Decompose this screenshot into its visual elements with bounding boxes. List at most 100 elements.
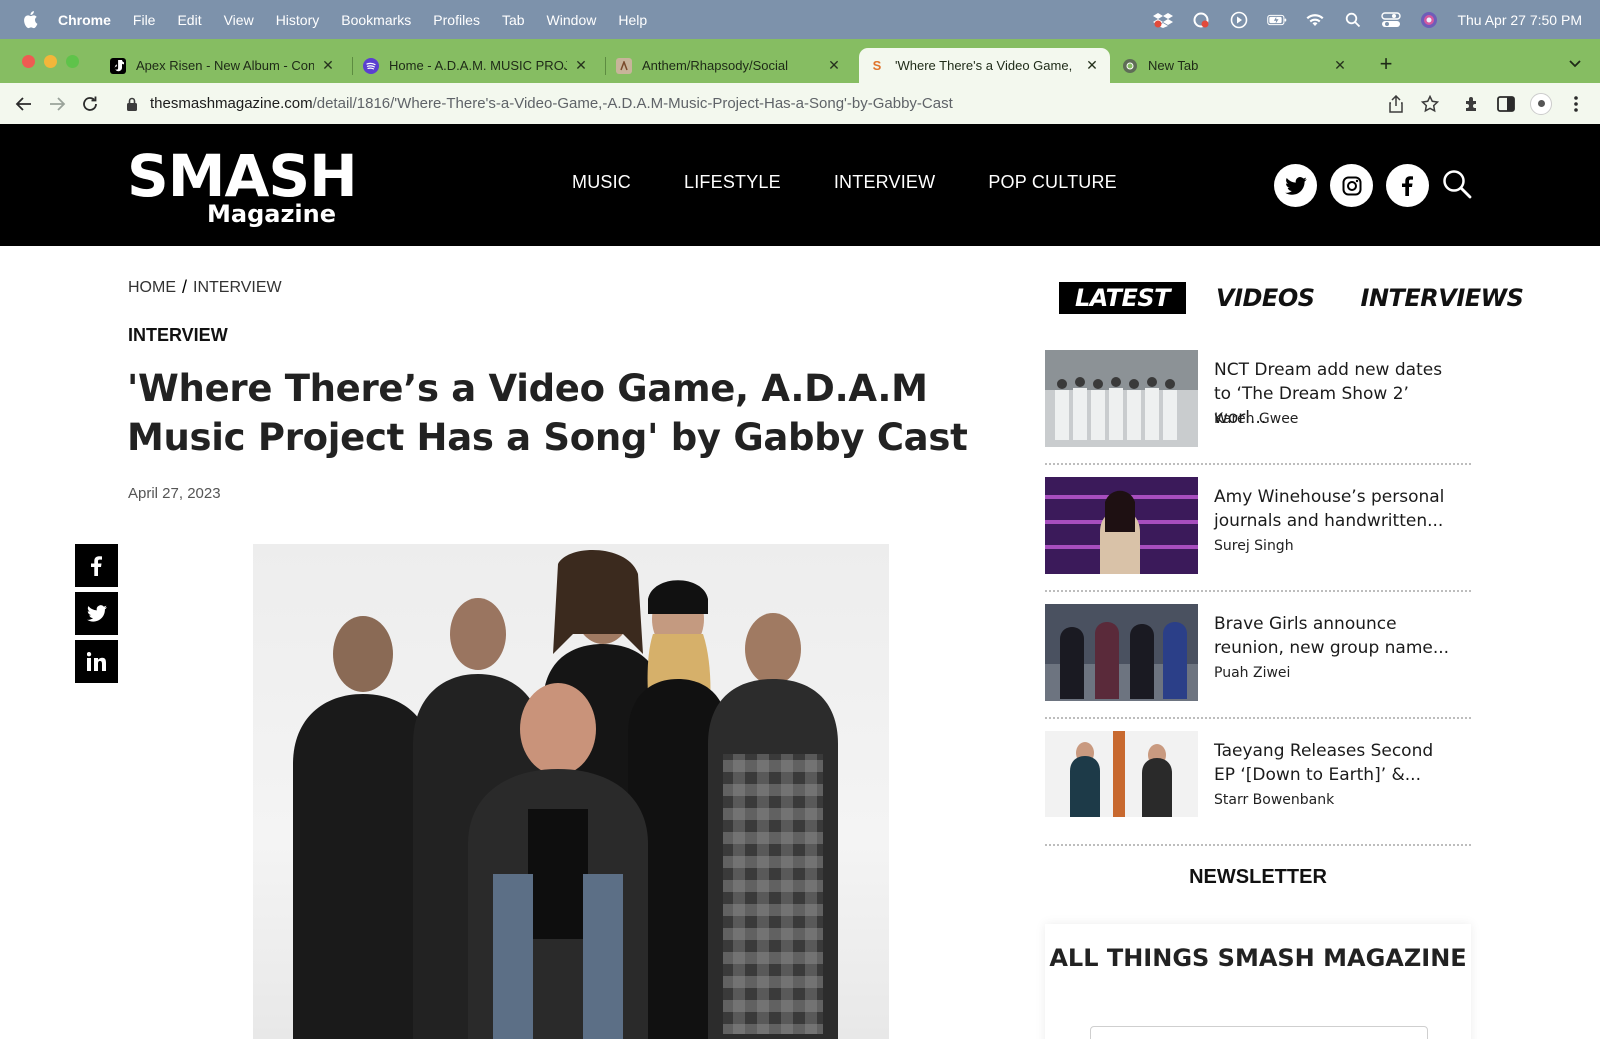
band-photo-illustration bbox=[293, 550, 838, 1039]
list-item[interactable]: NCT Dream add new dates to ‘The Dream Sh… bbox=[1045, 350, 1471, 465]
wifi-icon[interactable] bbox=[1305, 11, 1325, 29]
menu-chrome[interactable]: Chrome bbox=[58, 12, 111, 28]
breadcrumb: HOME / INTERVIEW bbox=[128, 277, 282, 297]
cloud-app-icon[interactable] bbox=[1191, 11, 1211, 29]
toolbar-actions bbox=[1386, 83, 1600, 124]
facebook-icon[interactable] bbox=[1386, 164, 1429, 207]
menu-help[interactable]: Help bbox=[618, 12, 647, 28]
news-author: Puah Ziwei bbox=[1214, 665, 1291, 681]
share-icon[interactable] bbox=[1386, 94, 1406, 114]
newsletter-email-input[interactable] bbox=[1090, 1026, 1428, 1039]
share-facebook-icon[interactable] bbox=[75, 544, 118, 587]
article-title: 'Where There’s a Video Game, A.D.A.M Mus… bbox=[127, 367, 968, 459]
share-twitter-icon[interactable] bbox=[75, 592, 118, 635]
article-hero-photo bbox=[253, 544, 889, 1039]
menu-window[interactable]: Window bbox=[547, 12, 597, 28]
news-title[interactable]: Brave Girls announce reunion, new group … bbox=[1214, 612, 1459, 660]
menu-tab[interactable]: Tab bbox=[502, 12, 525, 28]
bookmark-star-icon[interactable] bbox=[1420, 94, 1440, 114]
play-icon[interactable] bbox=[1229, 11, 1249, 29]
social-links bbox=[1274, 164, 1429, 207]
tab-close-icon[interactable]: ✕ bbox=[826, 57, 842, 74]
news-thumbnail[interactable] bbox=[1045, 731, 1198, 828]
instagram-icon[interactable] bbox=[1330, 164, 1373, 207]
nav-pop-culture[interactable]: POP CULTURE bbox=[988, 172, 1117, 193]
menu-history[interactable]: History bbox=[276, 12, 320, 28]
breadcrumb-separator: / bbox=[182, 277, 188, 297]
news-thumbnail[interactable] bbox=[1045, 350, 1198, 447]
browser-tab-anthem[interactable]: Anthem/Rhapsody/Social ✕ bbox=[606, 48, 852, 83]
tab-close-icon[interactable]: ✕ bbox=[1332, 57, 1348, 74]
menubar-clock[interactable]: Thu Apr 27 7:50 PM bbox=[1457, 12, 1582, 28]
close-window-button[interactable] bbox=[22, 55, 35, 68]
kebab-menu-icon[interactable] bbox=[1566, 94, 1586, 114]
profile-avatar-icon[interactable] bbox=[1530, 92, 1552, 115]
side-panel-icon[interactable] bbox=[1496, 94, 1516, 114]
menu-edit[interactable]: Edit bbox=[177, 12, 201, 28]
nav-music[interactable]: MUSIC bbox=[572, 172, 631, 193]
tab-close-icon[interactable]: ✕ bbox=[1084, 57, 1100, 74]
url-text[interactable]: thesmashmagazine.com/detail/1816/'Where-… bbox=[150, 95, 953, 112]
back-arrow-icon[interactable] bbox=[14, 94, 34, 114]
smash-magazine-logo[interactable]: SMASH Magazine bbox=[127, 147, 358, 226]
breadcrumb-home[interactable]: HOME bbox=[128, 279, 176, 297]
browser-tab-apex-risen[interactable]: Apex Risen - New Album - Con ✕ bbox=[100, 48, 346, 83]
siri-icon[interactable] bbox=[1419, 11, 1439, 29]
newsletter-heading: NEWSLETTER bbox=[1189, 866, 1327, 888]
spotlight-search-icon[interactable] bbox=[1343, 11, 1363, 29]
apple-icon[interactable] bbox=[20, 10, 40, 30]
tab-interviews[interactable]: INTERVIEWS bbox=[1345, 282, 1540, 314]
nav-lifestyle[interactable]: LIFESTYLE bbox=[684, 172, 781, 193]
browser-tab-adam-music[interactable]: Home - A.D.A.M. MUSIC PROJ ✕ bbox=[353, 48, 599, 83]
nav-interview[interactable]: INTERVIEW bbox=[834, 172, 935, 193]
status-area: Thu Apr 27 7:50 PM bbox=[1153, 0, 1582, 39]
menu-bookmarks[interactable]: Bookmarks bbox=[341, 12, 411, 28]
sidebar-tabs: LATEST VIDEOS INTERVIEWS bbox=[1059, 282, 1553, 314]
menu-profiles[interactable]: Profiles bbox=[433, 12, 480, 28]
fullscreen-window-button[interactable] bbox=[66, 55, 79, 68]
tiktok-icon bbox=[110, 57, 126, 74]
news-title[interactable]: Taeyang Releases Second EP ‘[Down to Ear… bbox=[1214, 739, 1459, 787]
breadcrumb-interview[interactable]: INTERVIEW bbox=[193, 279, 282, 297]
tab-videos[interactable]: VIDEOS bbox=[1200, 282, 1331, 314]
newsletter-title: ALL THINGS SMASH MAGAZINE bbox=[1049, 944, 1467, 972]
browser-tab-active-smash[interactable]: S 'Where There's a Video Game, ✕ bbox=[859, 48, 1110, 83]
forward-arrow-icon[interactable] bbox=[47, 94, 67, 114]
smash-icon: S bbox=[872, 58, 882, 73]
window-controls bbox=[22, 55, 79, 68]
battery-icon[interactable] bbox=[1267, 11, 1287, 29]
search-icon[interactable] bbox=[1442, 169, 1474, 201]
site-icon bbox=[616, 57, 632, 74]
browser-toolbar: thesmashmagazine.com/detail/1816/'Where-… bbox=[0, 83, 1600, 124]
news-thumbnail[interactable] bbox=[1045, 604, 1198, 701]
reload-icon[interactable] bbox=[80, 94, 100, 114]
chrome-icon bbox=[1122, 58, 1138, 74]
twitter-icon[interactable] bbox=[1274, 164, 1317, 207]
lock-icon[interactable] bbox=[126, 97, 140, 111]
minimize-window-button[interactable] bbox=[44, 55, 57, 68]
menu-view[interactable]: View bbox=[224, 12, 254, 28]
main-nav: MUSIC LIFESTYLE INTERVIEW POP CULTURE bbox=[572, 172, 1117, 193]
control-center-icon[interactable] bbox=[1381, 11, 1402, 29]
news-title[interactable]: Amy Winehouse’s personal journals and ha… bbox=[1214, 485, 1459, 533]
share-linkedin-icon[interactable] bbox=[75, 640, 118, 683]
list-item[interactable]: Amy Winehouse’s personal journals and ha… bbox=[1045, 477, 1471, 592]
newsletter-card: ALL THINGS SMASH MAGAZINE bbox=[1045, 924, 1471, 1039]
address-bar[interactable]: thesmashmagazine.com/detail/1816/'Where-… bbox=[114, 87, 1434, 120]
tab-search-chevron-icon[interactable] bbox=[1568, 56, 1584, 72]
browser-tab-new-tab[interactable]: New Tab ✕ bbox=[1112, 48, 1358, 83]
extensions-puzzle-icon[interactable] bbox=[1462, 94, 1482, 114]
news-thumbnail[interactable] bbox=[1045, 477, 1198, 574]
browser-tab-strip: Apex Risen - New Album - Con ✕ Home - A.… bbox=[0, 39, 1600, 83]
list-item[interactable]: Taeyang Releases Second EP ‘[Down to Ear… bbox=[1045, 731, 1471, 846]
tab-close-icon[interactable]: ✕ bbox=[320, 57, 336, 74]
tab-close-icon[interactable]: ✕ bbox=[573, 57, 589, 74]
list-item[interactable]: Brave Girls announce reunion, new group … bbox=[1045, 604, 1471, 719]
news-author: Starr Bowenbank bbox=[1214, 792, 1335, 808]
menu-file[interactable]: File bbox=[133, 12, 156, 28]
tab-latest[interactable]: LATEST bbox=[1059, 282, 1186, 314]
article-category[interactable]: INTERVIEW bbox=[128, 325, 228, 346]
spotify-icon bbox=[363, 57, 379, 74]
new-tab-plus-icon[interactable]: + bbox=[1375, 53, 1397, 76]
dropbox-icon[interactable] bbox=[1153, 11, 1174, 29]
